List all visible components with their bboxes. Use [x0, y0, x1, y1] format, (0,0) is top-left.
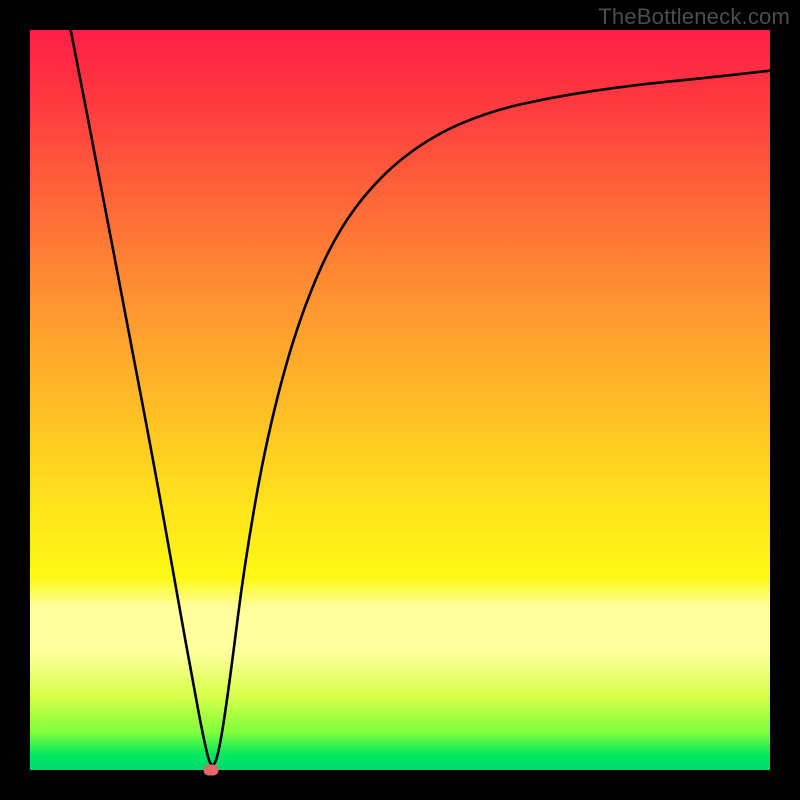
curve-layer — [30, 30, 770, 770]
watermark-text: TheBottleneck.com — [598, 4, 790, 30]
minimum-marker — [204, 765, 219, 776]
bottleneck-curve-path — [71, 30, 770, 765]
plot-area — [30, 30, 770, 770]
chart-frame: TheBottleneck.com — [0, 0, 800, 800]
